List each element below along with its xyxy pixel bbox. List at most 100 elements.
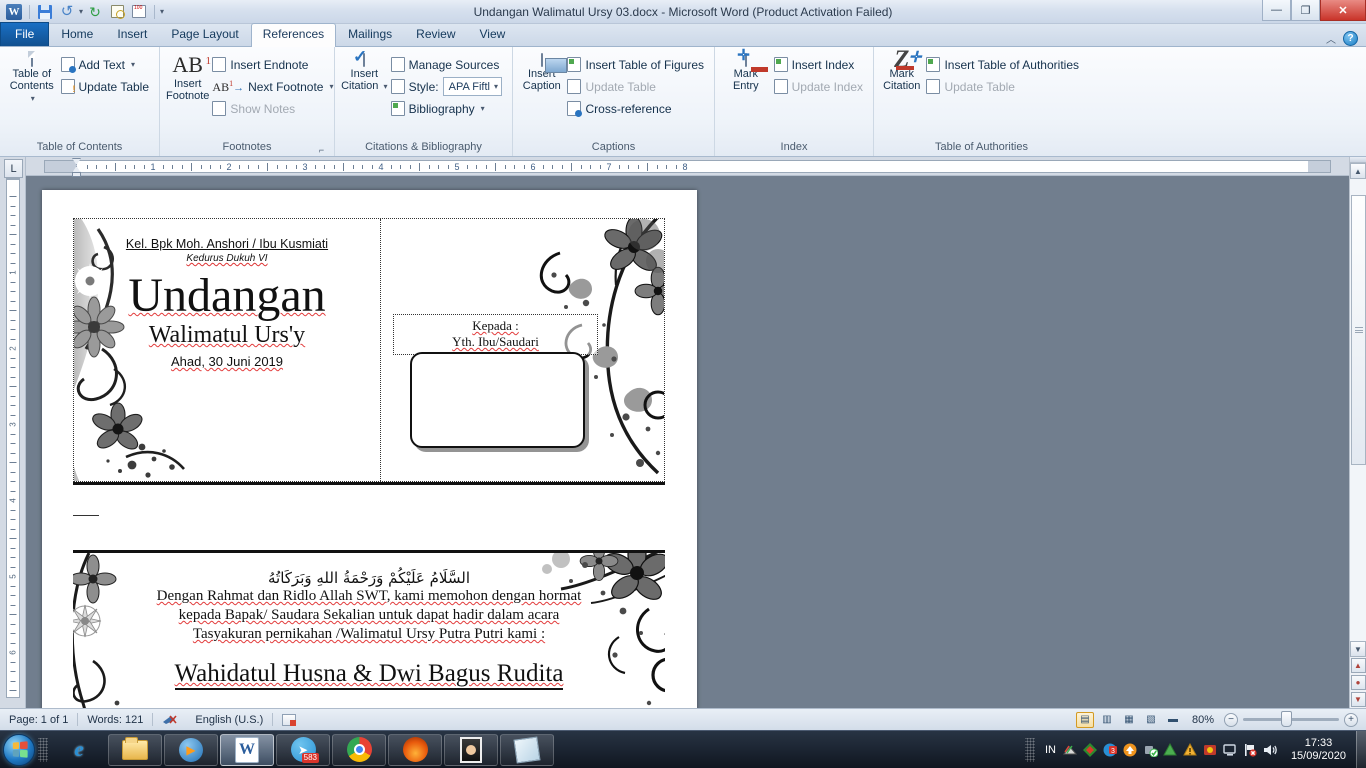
insert-endnote-button[interactable]: Insert Endnote bbox=[210, 54, 338, 75]
scroll-up-button[interactable]: ▲ bbox=[1350, 163, 1366, 179]
taskbar-item-windows-explorer[interactable] bbox=[108, 734, 162, 766]
taskbar-item-google-chrome[interactable] bbox=[332, 734, 386, 766]
scroll-down-button[interactable]: ▼ bbox=[1350, 641, 1366, 657]
ruler-tick bbox=[11, 633, 16, 634]
cross-reference-button[interactable]: Cross-reference bbox=[565, 98, 709, 119]
restore-button[interactable]: ❐ bbox=[1291, 0, 1320, 21]
taskbar-item-microsoft-word[interactable]: W bbox=[220, 734, 274, 766]
update-table-toc-button[interactable]: Update Table bbox=[59, 76, 155, 97]
taskbar-item-mozilla-firefox[interactable] bbox=[388, 734, 442, 766]
bibliography-button[interactable]: Bibliography ▾ bbox=[389, 98, 507, 119]
warning-icon[interactable] bbox=[1183, 742, 1198, 757]
scrollbar-thumb[interactable] bbox=[1351, 195, 1366, 465]
tab-review[interactable]: Review bbox=[404, 23, 467, 46]
page-indicator[interactable]: Page: 1 of 1 bbox=[0, 709, 77, 730]
undo-dropdown-caret[interactable]: ▾ bbox=[79, 7, 83, 16]
vertical-ruler[interactable]: L 123456 bbox=[0, 157, 26, 708]
zoom-slider[interactable]: − + bbox=[1224, 713, 1358, 727]
taskbar-item-notepad[interactable] bbox=[500, 734, 554, 766]
next-footnote-button[interactable]: AB1→ Next Footnote ▾ bbox=[210, 76, 338, 97]
outline-view-button[interactable]: ▧ bbox=[1142, 712, 1160, 728]
word-count[interactable]: Words: 121 bbox=[78, 709, 152, 730]
mark-entry-icon: ✛ bbox=[745, 54, 747, 66]
insert-footnote-button[interactable]: AB1 Insert Footnote bbox=[165, 52, 210, 104]
zoom-slider-track[interactable] bbox=[1243, 718, 1339, 721]
taskbar-item-photo-viewer[interactable] bbox=[444, 734, 498, 766]
show-desktop-button[interactable] bbox=[1356, 731, 1366, 768]
add-text-button[interactable]: Add Text ▾ bbox=[59, 54, 155, 75]
update-icon[interactable] bbox=[1123, 742, 1138, 757]
insert-caption-button[interactable]: Insert Caption bbox=[518, 52, 565, 94]
tab-file[interactable]: File bbox=[0, 22, 49, 46]
mark-entry-button[interactable]: ✛ Mark Entry bbox=[720, 52, 772, 94]
zoom-percentage[interactable]: 80% bbox=[1186, 714, 1220, 726]
proofing-status[interactable] bbox=[153, 709, 186, 730]
card-divider-line bbox=[73, 482, 665, 485]
redo-icon[interactable]: ↻ bbox=[85, 2, 105, 22]
previous-page-icon[interactable]: ▲ bbox=[1351, 658, 1366, 673]
undo-icon[interactable]: ↺ bbox=[57, 2, 77, 22]
ruler-tick bbox=[267, 163, 268, 171]
insert-citation-button[interactable]: ✓ Insert Citation ▾ bbox=[340, 52, 389, 95]
citation-style-dropdown[interactable]: APA Fiftl ▾ bbox=[443, 77, 502, 96]
next-page-icon[interactable]: ▼ bbox=[1351, 692, 1366, 707]
footnotes-dialog-launcher[interactable]: ⌐ bbox=[316, 144, 327, 155]
insert-table-of-figures-button[interactable]: Insert Table of Figures bbox=[565, 54, 709, 75]
language-bar[interactable]: IN bbox=[1043, 742, 1058, 757]
tab-references[interactable]: References bbox=[251, 23, 336, 47]
language-indicator[interactable]: English (U.S.) bbox=[186, 709, 272, 730]
web-layout-view-button[interactable]: ▦ bbox=[1120, 712, 1138, 728]
manage-sources-button[interactable]: Manage Sources bbox=[389, 54, 507, 75]
mark-citation-button[interactable]: Z✛ Mark Citation bbox=[879, 52, 924, 94]
zoom-in-button[interactable]: + bbox=[1344, 713, 1358, 727]
select-browse-object-icon[interactable]: ● bbox=[1351, 675, 1366, 690]
tab-page-layout[interactable]: Page Layout bbox=[159, 23, 250, 46]
insert-index-button[interactable]: Insert Index bbox=[772, 54, 868, 75]
help-icon[interactable]: ? bbox=[1343, 31, 1358, 46]
citation-style-row[interactable]: Style: APA Fiftl ▾ bbox=[389, 76, 507, 97]
taskbar-clock[interactable]: 17:33 15/09/2020 bbox=[1283, 737, 1354, 763]
customize-qat-caret[interactable]: ▾ bbox=[160, 7, 164, 16]
horizontal-ruler[interactable]: 12345678 bbox=[26, 157, 1349, 176]
document-sheet[interactable]: Kel. Bpk Moh. Anshori / Ibu Kusmiati Ked… bbox=[42, 190, 697, 708]
ribbon: Table of Contents ▾ Add Text ▾ Update Ta… bbox=[0, 47, 1366, 157]
print-preview-icon[interactable] bbox=[107, 2, 127, 22]
usb-icon[interactable] bbox=[1143, 742, 1158, 757]
messages-icon[interactable]: 3 bbox=[1103, 742, 1118, 757]
volume-icon[interactable] bbox=[1263, 742, 1278, 757]
diamond-icon[interactable] bbox=[1083, 742, 1098, 757]
triangle-icon[interactable] bbox=[1163, 742, 1178, 757]
taskbar-item-windows-media-player[interactable]: ▶ bbox=[164, 734, 218, 766]
close-button[interactable]: ✕ bbox=[1320, 0, 1366, 21]
zoom-tool-icon[interactable] bbox=[129, 2, 149, 22]
vertical-scrollbar[interactable]: ▲ ▼ ▲ ● ▼ bbox=[1349, 157, 1366, 708]
network-icon[interactable] bbox=[1063, 742, 1078, 757]
minimize-button[interactable]: — bbox=[1262, 0, 1291, 21]
tray-grip[interactable] bbox=[1025, 738, 1035, 762]
zoom-out-button[interactable]: − bbox=[1224, 713, 1238, 727]
media-icon[interactable] bbox=[1203, 742, 1218, 757]
draft-view-button[interactable]: ▬ bbox=[1164, 712, 1182, 728]
tab-insert[interactable]: Insert bbox=[105, 23, 159, 46]
tab-view[interactable]: View bbox=[468, 23, 518, 46]
table-of-contents-button[interactable]: Table of Contents ▾ bbox=[5, 52, 59, 107]
tab-stop-selector[interactable]: L bbox=[4, 159, 23, 178]
flag-icon[interactable] bbox=[1243, 742, 1258, 757]
insert-table-of-authorities-button[interactable]: Insert Table of Authorities bbox=[924, 54, 1084, 75]
word-app-icon[interactable]: W bbox=[4, 2, 24, 22]
recipient-name-field[interactable] bbox=[410, 352, 585, 448]
track-changes-indicator[interactable] bbox=[273, 709, 305, 730]
start-button[interactable] bbox=[3, 734, 35, 766]
tab-home[interactable]: Home bbox=[49, 23, 105, 46]
display-icon[interactable] bbox=[1223, 742, 1238, 757]
taskbar-item-telegram[interactable]: ➤ 583 bbox=[276, 734, 330, 766]
full-screen-reading-view-button[interactable]: ▥ bbox=[1098, 712, 1116, 728]
collapse-ribbon-icon[interactable]: ︿ bbox=[1326, 31, 1336, 46]
taskbar-item-internet-explorer[interactable]: e bbox=[52, 734, 106, 766]
tab-mailings[interactable]: Mailings bbox=[336, 23, 404, 46]
taskbar-grip[interactable] bbox=[38, 738, 48, 762]
zoom-slider-thumb[interactable] bbox=[1281, 711, 1292, 727]
print-layout-view-button[interactable]: ▤ bbox=[1076, 712, 1094, 728]
ruler-number: 3 bbox=[9, 422, 18, 426]
save-icon[interactable] bbox=[35, 2, 55, 22]
